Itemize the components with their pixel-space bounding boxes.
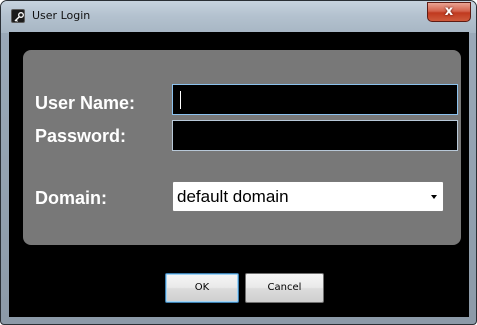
password-label: Password: — [35, 126, 127, 146]
domain-label: Domain: — [35, 188, 107, 208]
domain-select[interactable]: default domain — [172, 181, 444, 212]
domain-value: default domain — [177, 187, 289, 206]
login-panel: User Name: Password: Domain: default dom… — [23, 50, 461, 245]
ok-button[interactable]: OK — [165, 273, 239, 303]
title-bar[interactable]: User Login x — [1, 1, 476, 33]
chevron-down-icon — [431, 195, 437, 199]
key-icon — [11, 9, 25, 23]
close-icon: x — [444, 4, 454, 19]
cancel-button[interactable]: Cancel — [245, 273, 324, 303]
window-title: User Login — [32, 9, 91, 22]
close-button[interactable]: x — [427, 2, 471, 22]
login-window: User Login x User Name: Password: Domain… — [0, 0, 477, 325]
dialog-body: User Name: Password: Domain: default dom… — [9, 32, 469, 317]
username-input[interactable] — [172, 84, 458, 115]
password-input[interactable] — [172, 120, 458, 151]
text-caret — [180, 91, 181, 109]
username-label: User Name: — [35, 93, 136, 113]
